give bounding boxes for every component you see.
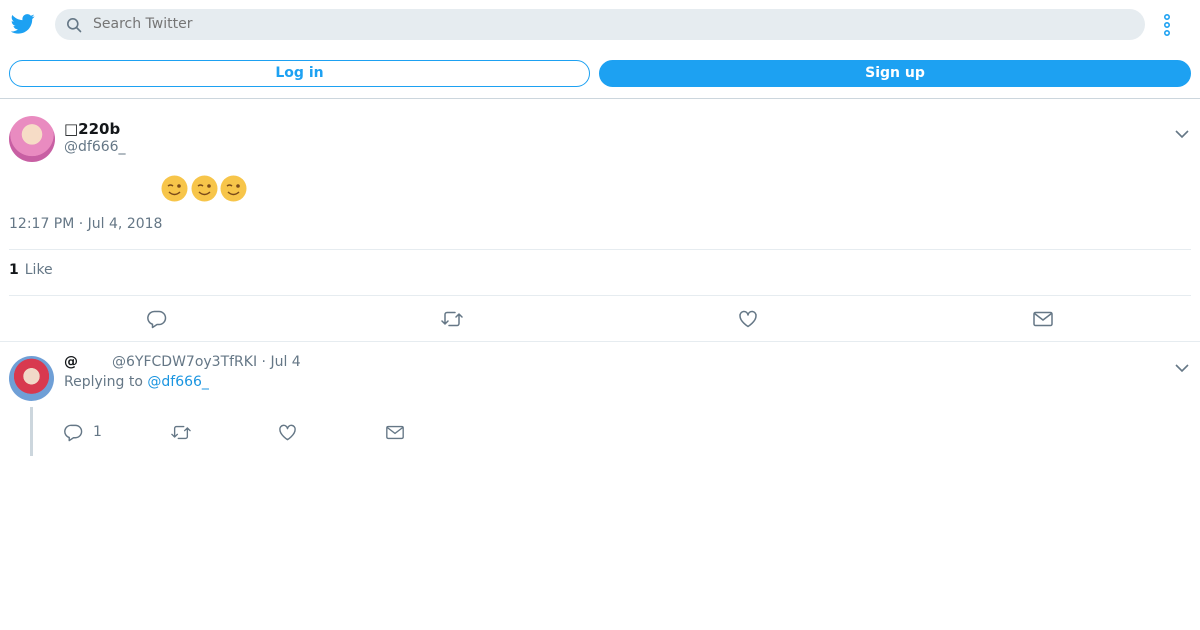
login-button[interactable]: Log in	[9, 60, 590, 87]
envelope-icon[interactable]	[1032, 309, 1054, 329]
reply-author-avatar[interactable]	[9, 356, 54, 401]
chevron-down-icon[interactable]	[1175, 124, 1189, 139]
author-avatar[interactable]	[9, 116, 55, 162]
author-name[interactable]: □220b	[64, 120, 120, 138]
reply-icon[interactable]	[147, 309, 167, 329]
search-icon	[66, 17, 82, 33]
like-count: 1	[9, 262, 19, 278]
divider	[0, 341, 1200, 342]
winking-face-emoji-icon	[220, 175, 247, 202]
reply-author-meta[interactable]: @6YFCDW7oy3TfRKI · Jul 4	[112, 354, 301, 370]
retweet-icon[interactable]	[171, 423, 191, 446]
replying-prefix: Replying to	[64, 374, 143, 390]
reply-header: @ @6YFCDW7oy3TfRKI · Jul 4	[64, 354, 301, 370]
header-divider	[0, 98, 1200, 99]
tweet-timestamp[interactable]: 12:17 PM · Jul 4, 2018	[9, 216, 162, 232]
replying-handle-link[interactable]: @df666_	[147, 374, 209, 390]
envelope-icon[interactable]	[385, 423, 405, 446]
search-bar[interactable]	[55, 9, 1145, 40]
winking-face-emoji-icon	[161, 175, 188, 202]
divider	[9, 249, 1191, 250]
signup-button[interactable]: Sign up	[599, 60, 1191, 87]
winking-face-emoji-icon	[191, 175, 218, 202]
author-handle[interactable]: @df666_	[64, 139, 126, 155]
search-input[interactable]	[93, 16, 1093, 32]
heart-icon[interactable]	[278, 423, 297, 446]
more-options-icon[interactable]	[1160, 12, 1174, 38]
divider	[9, 295, 1191, 296]
replying-to: Replying to @df666_	[64, 374, 209, 390]
thread-line	[30, 407, 33, 456]
heart-icon[interactable]	[738, 309, 758, 329]
like-stat-label: Like	[24, 262, 53, 278]
retweet-icon[interactable]	[441, 309, 463, 329]
like-stats[interactable]: 1 Like	[9, 262, 53, 278]
reply-author-name[interactable]: @	[64, 354, 78, 370]
twitter-bird-icon[interactable]	[10, 13, 35, 35]
reply-icon[interactable]	[64, 423, 83, 446]
reply-count: 1	[93, 424, 102, 440]
top-bar	[0, 0, 1200, 48]
chevron-down-icon[interactable]	[1175, 358, 1189, 373]
